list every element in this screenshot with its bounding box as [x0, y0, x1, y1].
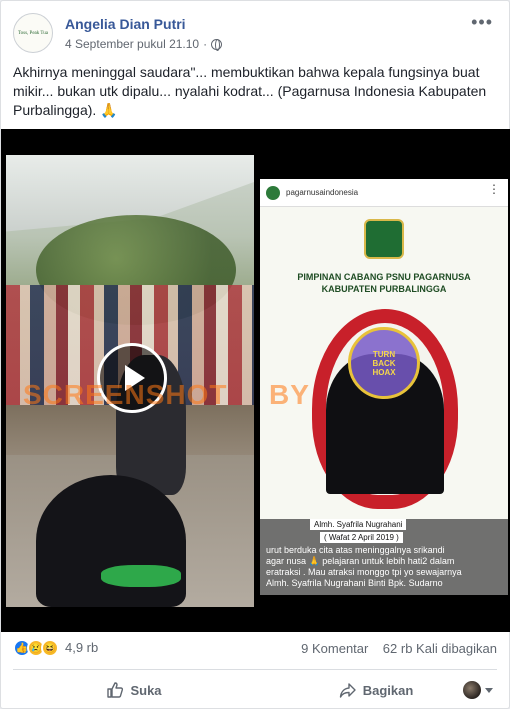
flyer-title-line2: KABUPATEN PURBALINGGA [321, 284, 447, 294]
caption-line: eratraksi . Mau atraksi monggo tpi yo se… [266, 567, 462, 577]
kneeling-figure [36, 475, 186, 607]
post-timestamp[interactable]: 4 September pukul 21.10 [65, 37, 199, 51]
shares-count[interactable]: 62 rb Kali dibagikan [383, 641, 497, 656]
share-arrow-icon [339, 683, 356, 698]
author-name[interactable]: Angelia Dian Putri [65, 16, 186, 32]
chevron-down-icon [485, 687, 493, 693]
green-sash [101, 565, 181, 587]
ig-more-icon: ⋮ [488, 182, 500, 196]
like-button[interactable]: Suka [13, 674, 255, 706]
seal-line3: HOAX [372, 367, 396, 377]
post-text: Akhirnya meninggal saudara"... membuktik… [13, 64, 487, 118]
seal-line1: TURN [372, 349, 396, 359]
flyer-title: PIMPINAN CABANG PSNU PAGARNUSA KABUPATEN… [260, 271, 508, 295]
post-meta: 4 September pukul 21.10 · [65, 37, 223, 51]
caption-line: Almh. Syafrila Nugrahani Binti Bpk. Suda… [266, 578, 443, 588]
reactions-count[interactable]: 4,9 rb [65, 639, 98, 657]
turnbackhoax-seal: TURN BACK HOAX [348, 327, 420, 399]
caption-line: agar nusa 🙏 pelajaran untuk lebih hati2 … [266, 556, 455, 566]
pagarnusa-emblem-icon [364, 219, 404, 259]
viewer-selector[interactable] [463, 681, 493, 699]
share-button[interactable]: Bagikan [255, 674, 497, 706]
watermark-right: BY [269, 379, 310, 410]
flyer-title-line1: PIMPINAN CABANG PSNU PAGARNUSA [297, 272, 471, 282]
ig-header: pagarnusaindonesia ⋮ [260, 179, 508, 207]
caption-line: urut berduka cita atas meninggalnya srik… [266, 545, 445, 555]
divider [13, 669, 497, 670]
globe-icon[interactable] [211, 38, 223, 51]
more-options-icon[interactable]: ••• [471, 13, 493, 31]
viewer-avatar [463, 681, 481, 699]
post-stats: 👍 😢 😆 4,9 rb 9 Komentar 62 rb Kali dibag… [13, 639, 497, 661]
post-media[interactable]: pagarnusaindonesia ⋮ PIMPINAN CABANG PSN… [1, 129, 510, 632]
avatar[interactable]: Toss, Peak Tua [13, 13, 53, 53]
comments-shares: 9 Komentar 62 rb Kali dibagikan [301, 641, 497, 656]
ig-avatar [266, 186, 280, 200]
caption-date: ( Wafat 2 April 2019 ) [320, 532, 403, 543]
caption-lines: urut berduka cita atas meninggalnya srik… [266, 545, 506, 589]
ig-handle: pagarnusaindonesia [286, 188, 359, 197]
caption-name: Almh. Syafrila Nugrahani [310, 519, 407, 530]
share-label: Bagikan [362, 682, 414, 698]
seal-line2: BACK [372, 358, 396, 368]
avatar-text: Toss, Peak Tua [17, 30, 49, 36]
action-bar: Suka Bagikan [13, 673, 497, 707]
haha-reaction-icon: 😆 [41, 639, 59, 657]
post-header: Toss, Peak Tua Angelia Dian Putri 4 Sept… [13, 13, 497, 57]
thumbs-up-icon [107, 682, 124, 698]
reactions-summary[interactable]: 👍 😢 😆 4,9 rb [13, 639, 98, 657]
watermark-left: SCREENSHOT [23, 379, 228, 410]
post-card: Toss, Peak Tua Angelia Dian Putri 4 Sept… [0, 0, 510, 709]
comments-count[interactable]: 9 Komentar [301, 641, 368, 656]
like-label: Suka [130, 682, 162, 698]
